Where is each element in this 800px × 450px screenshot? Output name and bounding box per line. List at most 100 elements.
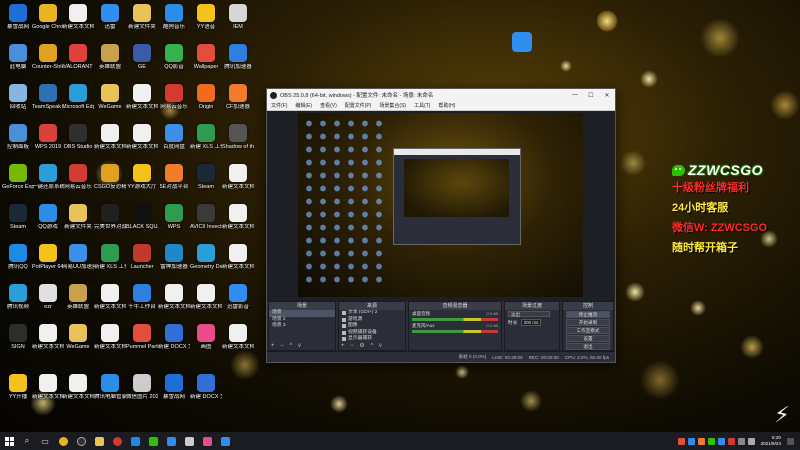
desktop-icon[interactable]: 微信图片 20210724... bbox=[126, 374, 158, 400]
desktop-icon[interactable]: TeamSpeak 3 bbox=[32, 84, 64, 110]
desktop-icon[interactable]: 腾讯电脑管家 bbox=[94, 374, 126, 400]
menu-file[interactable]: 文件(F) bbox=[267, 102, 291, 109]
taskbar-wechat[interactable] bbox=[144, 432, 162, 450]
desktop-icon[interactable]: PotPlayer 64 bit bbox=[32, 244, 64, 270]
studio-mode-button[interactable]: 工作室模式 bbox=[566, 327, 610, 334]
desktop-icon[interactable]: 画图 bbox=[190, 324, 222, 350]
desktop-icon[interactable]: VALORANT bbox=[62, 44, 94, 70]
desktop-icon[interactable]: 百度网盘 bbox=[158, 124, 190, 150]
scenes-dock-controls[interactable]: + − ^ v bbox=[271, 343, 303, 349]
taskbar-chrome[interactable] bbox=[54, 432, 72, 450]
desktop-icon[interactable]: 新建 XLS 工作表 bbox=[190, 124, 222, 150]
scene-item[interactable]: 场景 3 bbox=[269, 323, 335, 330]
desktop-icon[interactable]: 新建文件夹 bbox=[126, 4, 158, 30]
desktop-icon[interactable]: Google Chrome bbox=[32, 4, 64, 30]
obs-window[interactable]: OBS 25.0.8 (64-bit, windows) - 配置文件: 未命名… bbox=[266, 88, 616, 363]
desktop-icon[interactable]: 迅雷影音 bbox=[222, 284, 254, 310]
tray-wechat-icon[interactable] bbox=[707, 437, 715, 445]
desktop-icon[interactable]: 腾讯加速器 bbox=[222, 44, 254, 70]
desktop-icon[interactable]: WPS 2019 bbox=[32, 124, 64, 150]
desktop-icon[interactable]: Geometry Dash bbox=[190, 244, 222, 270]
taskbar-image-viewer[interactable] bbox=[180, 432, 198, 450]
desktop-icon[interactable]: YY语音 bbox=[190, 4, 222, 30]
desktop-icon[interactable]: 新建文本文档 bbox=[32, 374, 64, 400]
desktop-icon[interactable]: GeForce Experience bbox=[2, 164, 34, 190]
desktop-icon[interactable]: 新建文本文档 bbox=[158, 284, 190, 310]
start-button[interactable] bbox=[0, 432, 18, 450]
desktop-icon[interactable]: 网易云音乐 bbox=[62, 164, 94, 190]
desktop-icon[interactable]: AVICII Invector bbox=[190, 204, 222, 230]
minimize-button[interactable]: — bbox=[567, 92, 583, 98]
taskbar-thunder-2[interactable] bbox=[216, 432, 234, 450]
menu-profile[interactable]: 配置文件(P) bbox=[341, 102, 376, 109]
desktop-icon[interactable]: ezr bbox=[32, 284, 64, 310]
desktop-icon[interactable]: 新建文本文档 bbox=[62, 374, 94, 400]
desktop-icon[interactable]: 腾讯QQ bbox=[2, 244, 34, 270]
desktop-icon[interactable]: 5E对战平台 bbox=[158, 164, 190, 190]
taskbar-qq[interactable] bbox=[126, 432, 144, 450]
desktop-icon[interactable]: 新建 XLS 工作表 bbox=[94, 244, 126, 270]
desktop-icon[interactable]: 新建文本文档 bbox=[222, 324, 254, 350]
obs-preview-canvas[interactable] bbox=[298, 113, 583, 297]
desktop-icon[interactable]: 此电脑 bbox=[2, 44, 34, 70]
desktop-icon[interactable]: 暴雪战网 bbox=[2, 4, 34, 30]
desktop-icon[interactable]: Pummel Party bbox=[126, 324, 158, 350]
desktop-icon[interactable]: BLACK SQUAD bbox=[126, 204, 158, 230]
desktop-icon[interactable]: CSGO反恐精英 bbox=[94, 164, 126, 190]
desktop-icon[interactable]: YY游戏大厅 bbox=[126, 164, 158, 190]
desktop-icon[interactable]: YY开播 bbox=[2, 374, 34, 400]
desktop-icon[interactable]: 新建文本文档 bbox=[222, 164, 254, 190]
desktop-icon[interactable]: Wallpaper bbox=[190, 44, 222, 70]
desktop-icon[interactable]: 控制面板 bbox=[2, 124, 34, 150]
taskbar-paint[interactable] bbox=[198, 432, 216, 450]
settings-button[interactable]: 设置 bbox=[566, 335, 610, 342]
tray-app-icon[interactable] bbox=[697, 437, 705, 445]
desktop-icon[interactable]: 英雄联盟 bbox=[62, 284, 94, 310]
tray-network-icon[interactable] bbox=[737, 437, 745, 445]
stop-streaming-button[interactable]: 停止推流 bbox=[566, 311, 610, 318]
desktop-icon[interactable]: 新建文本文档 bbox=[32, 324, 64, 350]
taskbar-thunder[interactable] bbox=[162, 432, 180, 450]
desktop-icon[interactable]: Steam bbox=[190, 164, 222, 190]
menu-edit[interactable]: 编辑(E) bbox=[291, 102, 316, 109]
desktop-icon[interactable]: 迅雷 bbox=[94, 4, 126, 30]
obs-titlebar[interactable]: OBS 25.0.8 (64-bit, windows) - 配置文件: 未命名… bbox=[267, 89, 615, 101]
desktop-icon[interactable]: 新建文本文档 bbox=[222, 244, 254, 270]
tray-thunder-icon[interactable] bbox=[717, 437, 725, 445]
desktop-icon[interactable]: OBS Studio bbox=[62, 124, 94, 150]
tray-app-icon[interactable] bbox=[687, 437, 695, 445]
tray-mic-icon[interactable] bbox=[677, 437, 685, 445]
maximize-button[interactable]: ☐ bbox=[583, 92, 599, 99]
desktop-icon[interactable]: 新建文本文档 bbox=[94, 124, 126, 150]
desktop-icon[interactable]: 新建文本文档 bbox=[126, 124, 158, 150]
desktop-icon[interactable]: 网易UU加速器 bbox=[62, 244, 94, 270]
start-recording-button[interactable]: 开始录制 bbox=[566, 319, 610, 326]
desktop-icon[interactable]: 新建文本文档 bbox=[62, 4, 94, 30]
desktop-icon[interactable]: QQ影音 bbox=[158, 44, 190, 70]
desktop-icon[interactable]: 暴雪战网 bbox=[158, 374, 190, 400]
tray-app-icon[interactable] bbox=[727, 437, 735, 445]
sources-dock-controls[interactable]: + − ⚙ ^ v bbox=[341, 342, 384, 349]
desktop-icon[interactable]: Steam bbox=[2, 204, 34, 230]
desktop-icon[interactable]: Origin bbox=[190, 84, 222, 110]
exit-button[interactable]: 退出 bbox=[566, 343, 610, 350]
tray-volume-icon[interactable] bbox=[747, 437, 755, 445]
desktop-icon[interactable]: WPS bbox=[158, 204, 190, 230]
desktop-icon[interactable]: 雷神加速器 bbox=[158, 244, 190, 270]
desktop-icon[interactable]: WeGame bbox=[94, 84, 126, 110]
desktop-icon[interactable]: 新建文本文档 bbox=[222, 204, 254, 230]
desktop-icon[interactable]: Shadow of the Tomb Raider bbox=[222, 124, 254, 150]
desktop-icon[interactable]: WeGame bbox=[62, 324, 94, 350]
desktop-icon[interactable]: 腾讯视频 bbox=[2, 284, 34, 310]
duration-input[interactable]: 300 ms bbox=[520, 319, 542, 326]
desktop-icon[interactable]: 网易云音乐 bbox=[158, 84, 190, 110]
taskbar-clock[interactable]: 6:20 2021/9/24 bbox=[758, 435, 784, 447]
volume-meter[interactable] bbox=[412, 318, 498, 321]
floating-thunder-icon[interactable] bbox=[512, 32, 532, 52]
volume-meter[interactable] bbox=[412, 330, 498, 333]
transition-select[interactable]: 淡出 bbox=[508, 311, 550, 317]
desktop-icon[interactable]: 新建 DOCX 文档 bbox=[158, 324, 190, 350]
desktop-icon[interactable]: 英雄联盟 bbox=[94, 44, 126, 70]
menu-scene-collection[interactable]: 场景集合(S) bbox=[375, 102, 410, 109]
obs-preview-area[interactable] bbox=[267, 111, 615, 301]
